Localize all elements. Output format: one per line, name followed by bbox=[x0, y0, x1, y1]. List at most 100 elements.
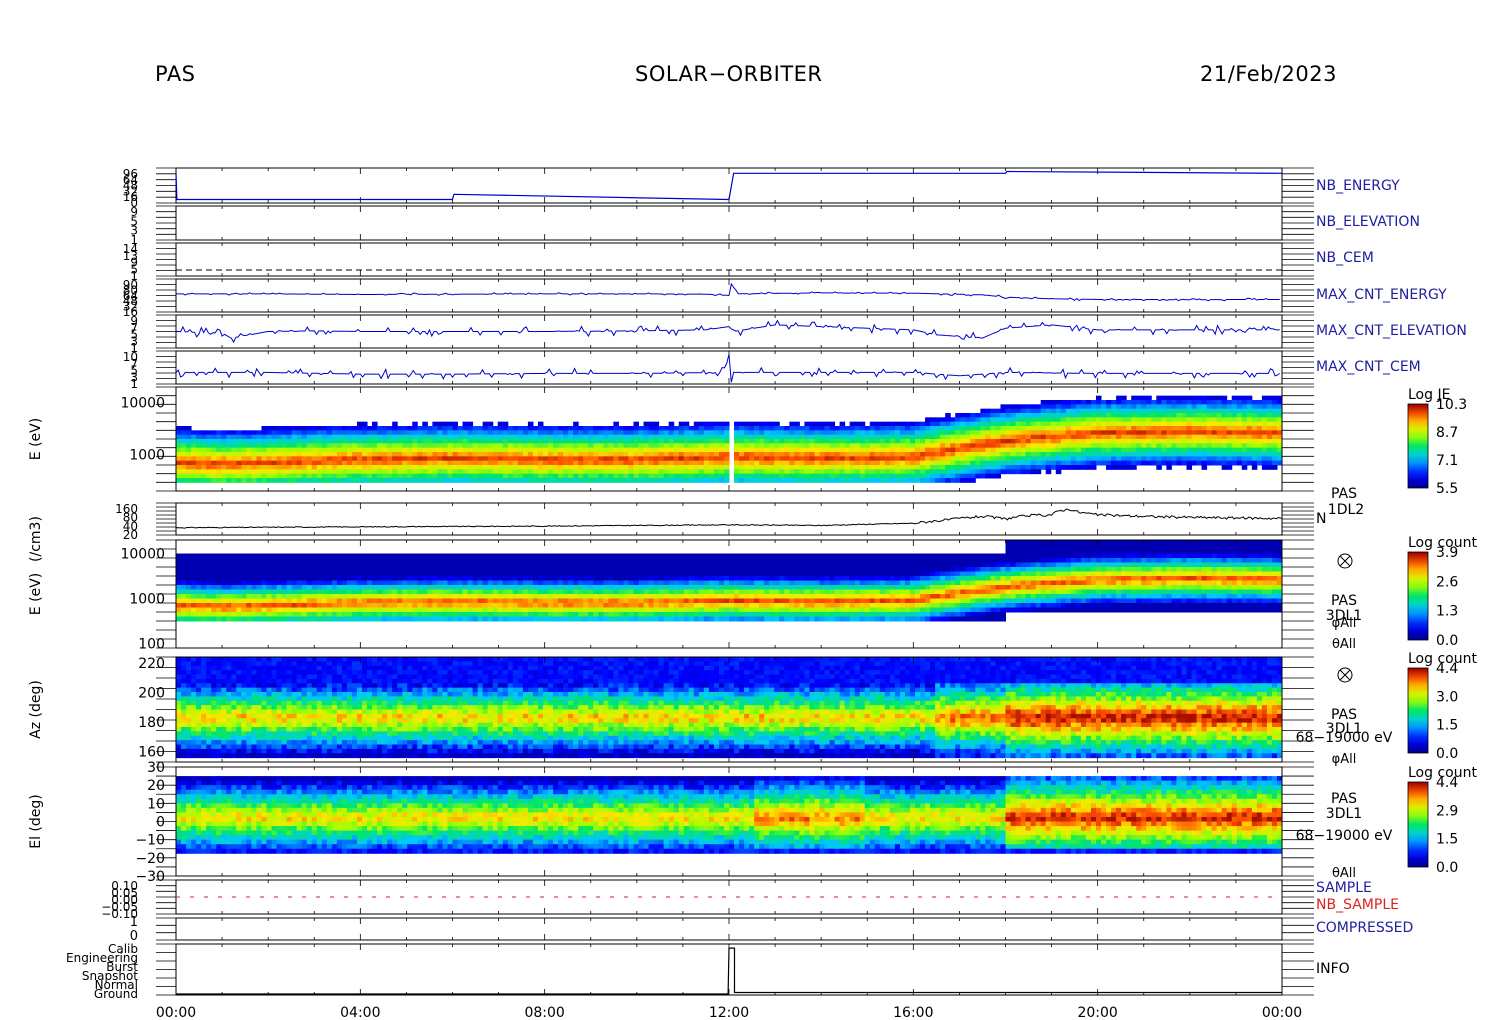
panel-count-spectrogram-cell bbox=[512, 553, 519, 559]
panel-je-spectrogram-cell bbox=[889, 447, 896, 453]
panel-je-spectrogram-cell bbox=[950, 478, 956, 483]
panel-je-spectrogram-cell bbox=[894, 430, 901, 436]
panel-je-spectrogram-cell bbox=[623, 447, 629, 453]
panel-count-spectrogram-cell bbox=[306, 571, 313, 577]
panel-je-spectrogram-cell bbox=[789, 421, 795, 427]
panel-count-spectrogram-cell bbox=[331, 567, 338, 572]
panel-je-spectrogram-cell bbox=[472, 430, 479, 436]
panel-je-spectrogram-cell bbox=[191, 430, 197, 436]
panel-je-spectrogram-cell bbox=[920, 434, 926, 440]
panel-je-spectrogram-cell bbox=[1116, 443, 1122, 449]
panel-je-spectrogram-cell bbox=[859, 447, 866, 453]
panel-count-spectrogram-cell bbox=[457, 562, 464, 568]
panel-je-spectrogram-cell bbox=[1015, 469, 1022, 475]
panel-je-spectrogram-cell bbox=[256, 465, 262, 470]
panel-je-spectrogram-cell bbox=[884, 447, 891, 453]
panel-je-spectrogram-cell bbox=[1246, 395, 1253, 401]
panel-je-spectrogram-cell bbox=[1241, 426, 1248, 431]
panel-max-cnt-energy-label: MAX_CNT_ENERGY bbox=[1316, 287, 1447, 303]
panel-count-spectrogram-cell bbox=[417, 562, 423, 568]
panel-count-spectrogram-cell bbox=[447, 553, 453, 559]
panel-count-spectrogram-cell bbox=[271, 616, 278, 622]
panel-je-spectrogram-cell bbox=[1151, 452, 1157, 457]
panel-count-spectrogram-cell bbox=[176, 580, 182, 586]
panel-je-spectrogram-cell bbox=[1045, 400, 1052, 405]
panel-count-spectrogram-cell bbox=[457, 589, 464, 595]
panel-je-spectrogram-cell bbox=[693, 426, 700, 431]
panel-je-spectrogram-cell bbox=[1211, 413, 1218, 418]
panel-count-spectrogram-cell bbox=[176, 607, 182, 613]
panel-je-spectrogram-cell bbox=[336, 465, 343, 470]
panel-je-spectrogram-cell bbox=[1085, 465, 1092, 470]
panel-je-spectrogram-cell bbox=[1121, 465, 1127, 470]
panel-je-spectrogram-colorbar-tick-label: 8.7 bbox=[1436, 425, 1458, 441]
panel-count-spectrogram-cell bbox=[437, 571, 443, 577]
panel-je-spectrogram-cell bbox=[1226, 404, 1233, 410]
panel-je-spectrogram-cell bbox=[769, 439, 775, 444]
panel-count-spectrogram-cell bbox=[437, 612, 443, 617]
panel-je-spectrogram-cell bbox=[889, 469, 896, 475]
panel-je-spectrogram-cell bbox=[965, 443, 971, 449]
panel-je-spectrogram-cell bbox=[633, 452, 640, 457]
panel-je-spectrogram-cell bbox=[211, 469, 217, 475]
panel-je-spectrogram-cell bbox=[1221, 417, 1228, 423]
panel-count-spectrogram-cell bbox=[231, 603, 237, 608]
panel-je-spectrogram-cell bbox=[512, 452, 519, 457]
panel-je-spectrogram-cell bbox=[874, 456, 881, 462]
panel-je-spectrogram-cell bbox=[1266, 417, 1273, 423]
panel-je-spectrogram-cell bbox=[653, 469, 660, 475]
panel-count-spectrogram-cell bbox=[341, 598, 348, 604]
panel-je-spectrogram-cell bbox=[573, 452, 579, 457]
panel-je-spectrogram-cell bbox=[1116, 404, 1122, 410]
panel-je-spectrogram-cell bbox=[186, 473, 192, 479]
panel-je-spectrogram-cell bbox=[995, 421, 1001, 427]
panel-count-spectrogram-cell bbox=[593, 585, 599, 590]
panel-count-spectrogram-cell bbox=[231, 612, 237, 617]
panel-count-spectrogram-cell bbox=[497, 562, 504, 568]
panel-je-spectrogram-cell bbox=[1146, 408, 1152, 414]
panel-je-spectrogram-cell bbox=[176, 443, 182, 449]
panel-count-spectrogram-cell bbox=[356, 594, 363, 599]
panel-je-spectrogram-cell bbox=[799, 469, 805, 475]
panel-je-spectrogram-cell bbox=[985, 469, 991, 475]
panel-count-spectrogram-cell bbox=[231, 571, 237, 577]
panel-je-spectrogram-cell bbox=[935, 452, 941, 457]
panel-count-spectrogram-cell bbox=[492, 553, 499, 559]
panel-je-spectrogram-cell bbox=[271, 447, 278, 453]
panel-je-spectrogram-cell bbox=[799, 478, 805, 483]
panel-count-spectrogram-cell bbox=[432, 553, 438, 559]
panel-count-spectrogram-cell bbox=[487, 576, 494, 581]
panel-je-spectrogram-cell bbox=[527, 447, 534, 453]
panel-count-spectrogram-cell bbox=[186, 607, 192, 613]
panel-je-spectrogram-cell bbox=[889, 426, 896, 431]
panel-je-spectrogram-cell bbox=[960, 439, 966, 444]
panel-je-spectrogram-cell bbox=[226, 430, 232, 436]
panel-je-spectrogram-cell bbox=[321, 452, 328, 457]
panel-je-spectrogram-cell bbox=[1015, 443, 1022, 449]
panel-count-spectrogram-cell bbox=[517, 598, 524, 604]
panel-count-spectrogram-cell bbox=[392, 607, 398, 613]
panel-count-spectrogram-cell bbox=[517, 567, 524, 572]
panel-je-spectrogram-cell bbox=[573, 426, 579, 431]
panel-je-spectrogram-cell bbox=[532, 452, 539, 457]
panel-je-spectrogram-cell bbox=[442, 421, 448, 427]
panel-count-spectrogram-cell bbox=[487, 553, 494, 559]
panel-je-spectrogram-cell bbox=[1095, 404, 1102, 410]
panel-count-spectrogram-cell bbox=[532, 598, 539, 604]
panel-count-spectrogram-cell bbox=[326, 571, 333, 577]
panel-je-spectrogram-cell bbox=[638, 430, 645, 436]
panel-count-spectrogram-cell bbox=[527, 598, 534, 604]
panel-je-spectrogram-cell bbox=[1266, 465, 1273, 470]
panel-je-spectrogram-cell bbox=[874, 465, 881, 470]
panel-je-spectrogram-cell bbox=[266, 478, 273, 483]
panel-je-spectrogram-cell bbox=[1050, 417, 1057, 423]
panel-count-spectrogram-cell bbox=[191, 612, 197, 617]
panel-count-spectrogram-cell bbox=[502, 607, 509, 613]
panel-count-spectrogram-cell bbox=[472, 562, 479, 568]
panel-count-spectrogram-cell bbox=[502, 603, 509, 608]
panel-je-spectrogram-cell bbox=[1191, 439, 1198, 444]
panel-je-spectrogram-cell bbox=[296, 434, 303, 440]
panel-je-spectrogram-cell bbox=[392, 478, 398, 483]
panel-je-spectrogram-cell bbox=[844, 434, 851, 440]
panel-count-spectrogram-cell bbox=[482, 562, 489, 568]
